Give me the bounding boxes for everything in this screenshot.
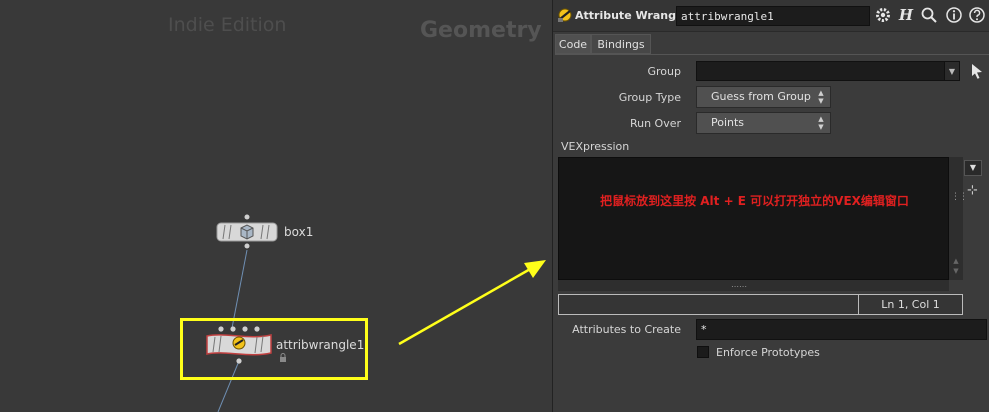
cursor-position: Ln 1, Col 1	[881, 298, 940, 311]
chevron-down-icon: ▼	[948, 67, 956, 76]
run-over-label: Run Over	[629, 117, 681, 130]
scroll-up-icon[interactable]: ▲	[949, 257, 963, 265]
scroll-down-icon[interactable]: ▼	[949, 267, 963, 275]
updown-arrow-icon: ▲ ▼	[818, 115, 824, 131]
run-over-value: Points	[711, 116, 745, 129]
search-icon[interactable]	[920, 6, 938, 24]
parameter-pane: Attribute Wrangle attribwrangle1 H Code …	[552, 0, 989, 412]
vex-tool-icon[interactable]: ⊹	[967, 183, 978, 198]
vex-code-editor[interactable]: 把鼠标放到这里按 Alt + E 可以打开独立的VEX编辑窗口	[558, 157, 949, 280]
operator-type-label: Attribute Wrangle	[575, 9, 688, 22]
group-field[interactable]	[696, 61, 946, 81]
help-h-icon[interactable]: H	[897, 6, 915, 24]
wire-box-to-wrangle	[231, 249, 248, 329]
resize-grip-icon[interactable]: ⋯⋯	[731, 282, 747, 291]
vexpression-label: VEXpression	[561, 140, 630, 153]
enforce-prototypes-checkbox[interactable]	[697, 346, 709, 358]
chevron-down-icon: ▼	[969, 163, 977, 172]
updown-arrow-icon: ▲ ▼	[818, 89, 824, 105]
run-over-menu[interactable]: Points ▲ ▼	[696, 112, 831, 134]
wrangle-icon	[558, 8, 572, 22]
pane-header: Attribute Wrangle attribwrangle1 H	[553, 0, 989, 32]
group-type-menu[interactable]: Guess from Group ▲ ▼	[696, 86, 831, 108]
editor-status-bar: Ln 1, Col 1	[558, 294, 963, 315]
vex-vertical-scrollbar[interactable]: ▲ ▼	[949, 157, 963, 280]
tab-code[interactable]: Code	[555, 34, 591, 54]
vex-horizontal-scrollbar[interactable]	[558, 280, 949, 291]
question-icon[interactable]	[968, 6, 986, 24]
vex-hint-annotation: 把鼠标放到这里按 Alt + E 可以打开独立的VEX编辑窗口	[600, 194, 909, 208]
vex-options-dropdown[interactable]: ▼	[964, 160, 982, 176]
attributes-to-create-label: Attributes to Create	[572, 323, 681, 336]
group-dropdown-button[interactable]: ▼	[944, 61, 960, 81]
node-label-box1: box1	[284, 225, 314, 239]
tab-bindings[interactable]: Bindings	[591, 34, 651, 54]
resize-grip-icon[interactable]: ⋮⋮	[951, 192, 968, 202]
network-editor[interactable]: Indie Edition Geometry box1 attribwrangl…	[0, 0, 552, 412]
node-name-field[interactable]: attribwrangle1	[676, 6, 870, 26]
pick-arrow-icon[interactable]	[970, 63, 984, 79]
group-type-label: Group Type	[618, 91, 681, 104]
group-type-value: Guess from Group	[711, 90, 811, 103]
info-icon[interactable]	[945, 6, 963, 24]
attributes-to-create-field[interactable]: *	[696, 319, 987, 340]
houdini-window: Indie Edition Geometry box1 attribwrangl…	[0, 0, 989, 412]
tab-divider	[555, 54, 989, 55]
group-label: Group	[647, 65, 682, 78]
box-node-icon	[216, 214, 278, 249]
gear-icon[interactable]	[874, 6, 892, 24]
enforce-prototypes-label: Enforce Prototypes	[716, 346, 820, 359]
node-box1[interactable]	[216, 214, 278, 250]
highlight-box	[180, 318, 368, 380]
